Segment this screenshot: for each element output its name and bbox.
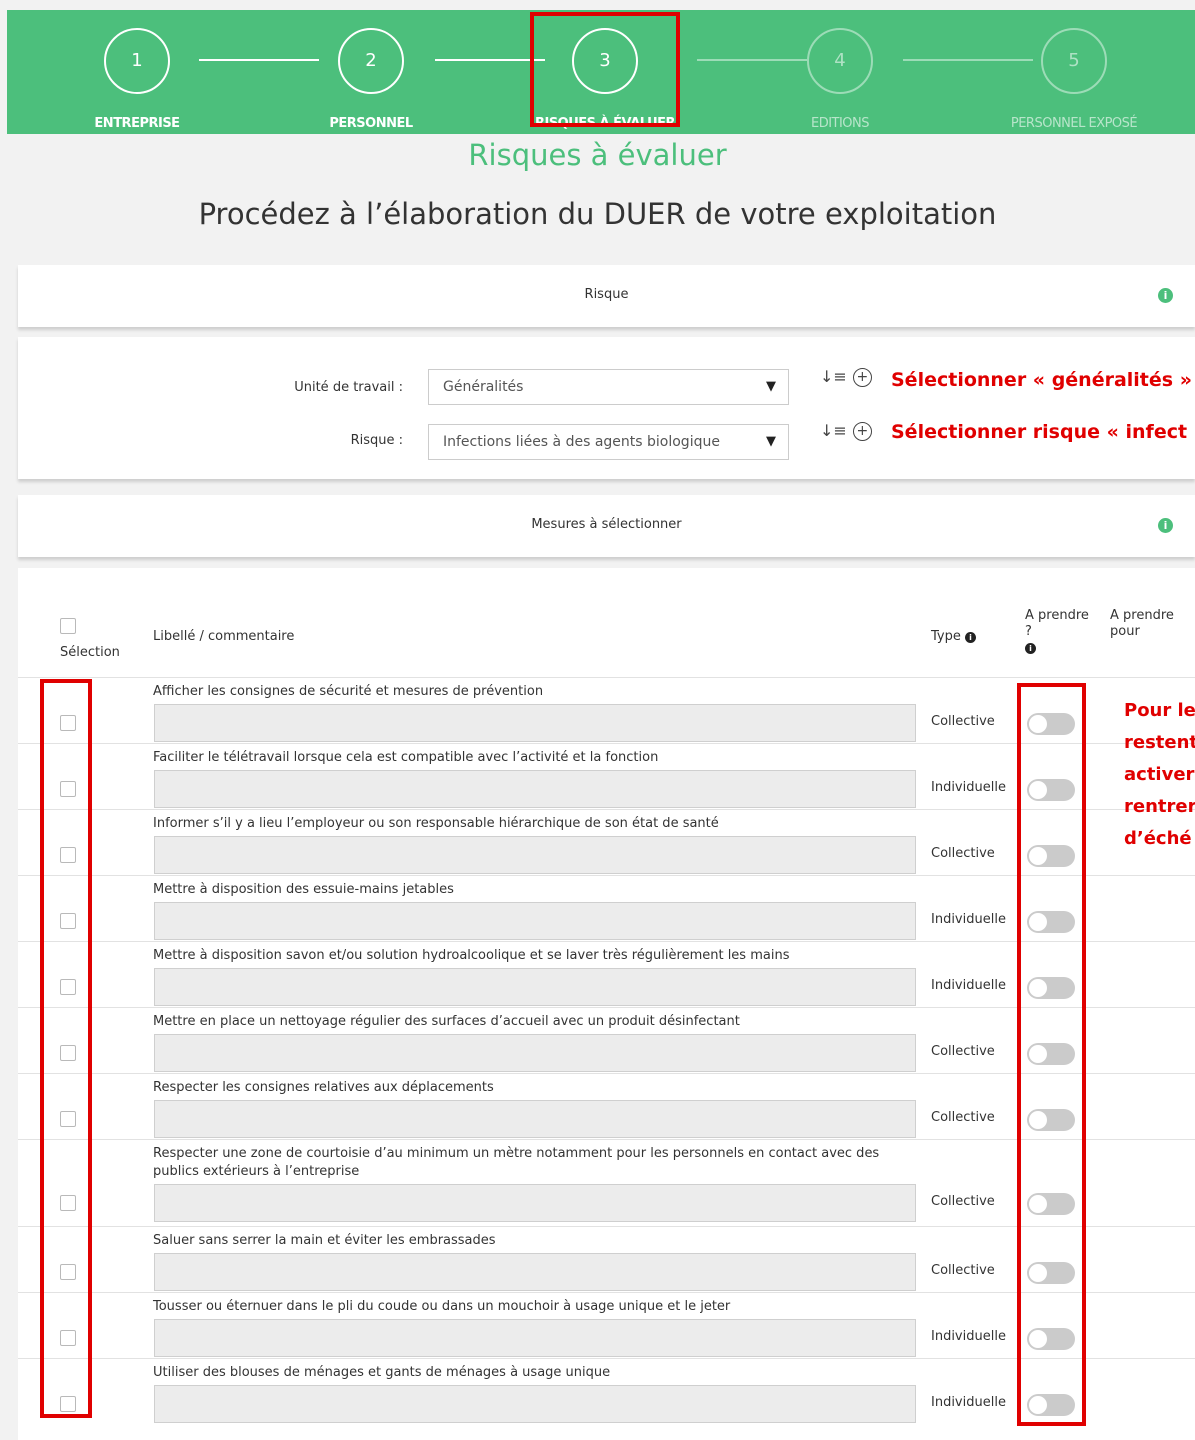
measure-label: Utiliser des blouses de ménages et gants…: [153, 1365, 611, 1380]
measure-type: Collective: [931, 1044, 995, 1059]
stepper-connector: [697, 59, 807, 61]
step-number: 4: [807, 28, 873, 94]
measure-type: Individuelle: [931, 1329, 1006, 1344]
measure-comment-input[interactable]: [154, 1100, 916, 1138]
risk-value: Infections liées à des agents biologique: [443, 434, 720, 450]
measure-type: Individuelle: [931, 978, 1006, 993]
header-to-take-for: A prendre pour: [1110, 608, 1174, 639]
measure-comment-input[interactable]: [154, 968, 916, 1006]
measure-label: Respecter les consignes relatives aux dé…: [153, 1080, 494, 1095]
measure-comment-input[interactable]: [154, 836, 916, 874]
side-annotation: Pour le restent activer rentrer d’éché: [1124, 695, 1195, 855]
measure-comment-input[interactable]: [154, 1385, 916, 1423]
measures-panel-header[interactable]: Mesures à sélectionner i: [18, 495, 1195, 557]
side-annotation-line: restent: [1124, 732, 1195, 753]
stepper-connector: [435, 59, 545, 61]
annotation-unit: Sélectionner « généralités »: [891, 369, 1192, 391]
dropdown-arrow-icon: ▼: [766, 379, 776, 394]
header-selection: Sélection: [60, 645, 120, 660]
info-icon[interactable]: i: [965, 632, 976, 643]
side-annotation-line: activer: [1124, 764, 1195, 785]
info-icon[interactable]: i: [1158, 288, 1173, 303]
dropdown-arrow-icon: ▼: [766, 434, 776, 449]
measure-type: Individuelle: [931, 780, 1006, 795]
measure-label: Respecter une zone de courtoisie d’au mi…: [153, 1146, 880, 1179]
measure-comment-input[interactable]: [154, 902, 916, 940]
step-number: 2: [338, 28, 404, 94]
stepper-connector: [199, 59, 319, 61]
step-label: ENTREPRISE: [94, 116, 180, 131]
measure-label: Afficher les consignes de sécurité et me…: [153, 684, 544, 699]
header-type-text: Type: [931, 629, 961, 644]
section-title: Risques à évaluer: [468, 138, 727, 172]
measure-label: Mettre à disposition des essuie-mains je…: [153, 882, 454, 897]
measure-type: Collective: [931, 846, 995, 861]
header-label: Libellé / commentaire: [153, 629, 295, 644]
step-number: 5: [1041, 28, 1107, 94]
header-to-take: A prendre ? i: [1025, 608, 1093, 656]
measure-comment-input[interactable]: [154, 704, 916, 742]
measure-comment-input[interactable]: [154, 1184, 916, 1222]
step-label: PERSONNEL: [329, 116, 413, 131]
highlight-box-to-take: [1017, 683, 1086, 1426]
step-entreprise[interactable]: 1 ENTREPRISE: [94, 28, 180, 131]
header-to-take-text: A prendre ?: [1025, 608, 1089, 639]
measure-comment-input[interactable]: [154, 1253, 916, 1291]
measure-label: Saluer sans serrer la main et éviter les…: [153, 1233, 496, 1248]
info-icon[interactable]: i: [1158, 518, 1173, 533]
annotation-risk: Sélectionner risque « infect: [891, 421, 1188, 443]
measure-comment-input[interactable]: [154, 1034, 916, 1072]
work-unit-value: Généralités: [443, 379, 524, 395]
step-label: PERSONNEL EXPOSÉ: [1010, 116, 1138, 131]
sort-icon[interactable]: ↓≡: [820, 421, 847, 440]
measure-comment-input[interactable]: [154, 1319, 916, 1357]
measure-label: Tousser ou éternuer dans le pli du coude…: [153, 1299, 731, 1314]
measure-label: Informer s’il y a lieu l’employeur ou so…: [153, 816, 719, 831]
measure-comment-input[interactable]: [154, 770, 916, 808]
header-type: Type i: [931, 629, 976, 644]
highlight-box-step: [530, 12, 680, 127]
info-icon[interactable]: i: [1025, 643, 1036, 654]
panel-title: Risque: [584, 287, 629, 302]
measure-label: Faciliter le télétravail lorsque cela es…: [153, 750, 659, 765]
measure-label: Mettre en place un nettoyage régulier de…: [153, 1014, 740, 1029]
risk-select[interactable]: Infections liées à des agents biologique…: [428, 424, 789, 460]
work-unit-select[interactable]: Généralités ▼: [428, 369, 789, 405]
side-annotation-line: Pour le: [1124, 700, 1195, 721]
work-unit-tools: ↓≡ +: [820, 367, 872, 387]
step-personnel[interactable]: 2 PERSONNEL: [329, 28, 413, 131]
step-number: 1: [104, 28, 170, 94]
panel-title: Mesures à sélectionner: [531, 517, 682, 532]
measure-type: Collective: [931, 1263, 995, 1278]
sort-icon[interactable]: ↓≡: [820, 367, 847, 386]
page-title: Procédez à l’élaboration du DUER de votr…: [198, 197, 997, 231]
measure-type: Individuelle: [931, 1395, 1006, 1410]
side-annotation-line: rentrer: [1124, 796, 1195, 817]
risk-panel-header[interactable]: Risque i: [18, 265, 1195, 327]
measure-label: Mettre à disposition savon et/ou solutio…: [153, 948, 790, 963]
add-icon[interactable]: +: [852, 368, 872, 387]
step-editions[interactable]: 4 EDITIONS: [807, 28, 873, 131]
step-label: EDITIONS: [810, 116, 870, 131]
side-annotation-line: d’éché: [1124, 828, 1192, 849]
work-unit-label: Unité de travail :: [294, 380, 403, 395]
measure-type: Individuelle: [931, 912, 1006, 927]
risk-label: Risque :: [350, 433, 403, 448]
risk-selection-form: Unité de travail : Généralités ▼ ↓≡ + Sél…: [18, 337, 1195, 479]
select-all-checkbox[interactable]: [60, 618, 76, 634]
highlight-box-selection: [40, 679, 92, 1418]
add-icon[interactable]: +: [852, 422, 872, 441]
stepper-connector: [903, 59, 1033, 61]
risk-tools: ↓≡ +: [820, 421, 872, 441]
measure-type: Collective: [931, 1110, 995, 1125]
step-personnel-expose[interactable]: 5 PERSONNEL EXPOSÉ: [1011, 28, 1138, 131]
measure-type: Collective: [931, 1194, 995, 1209]
measure-type: Collective: [931, 714, 995, 729]
